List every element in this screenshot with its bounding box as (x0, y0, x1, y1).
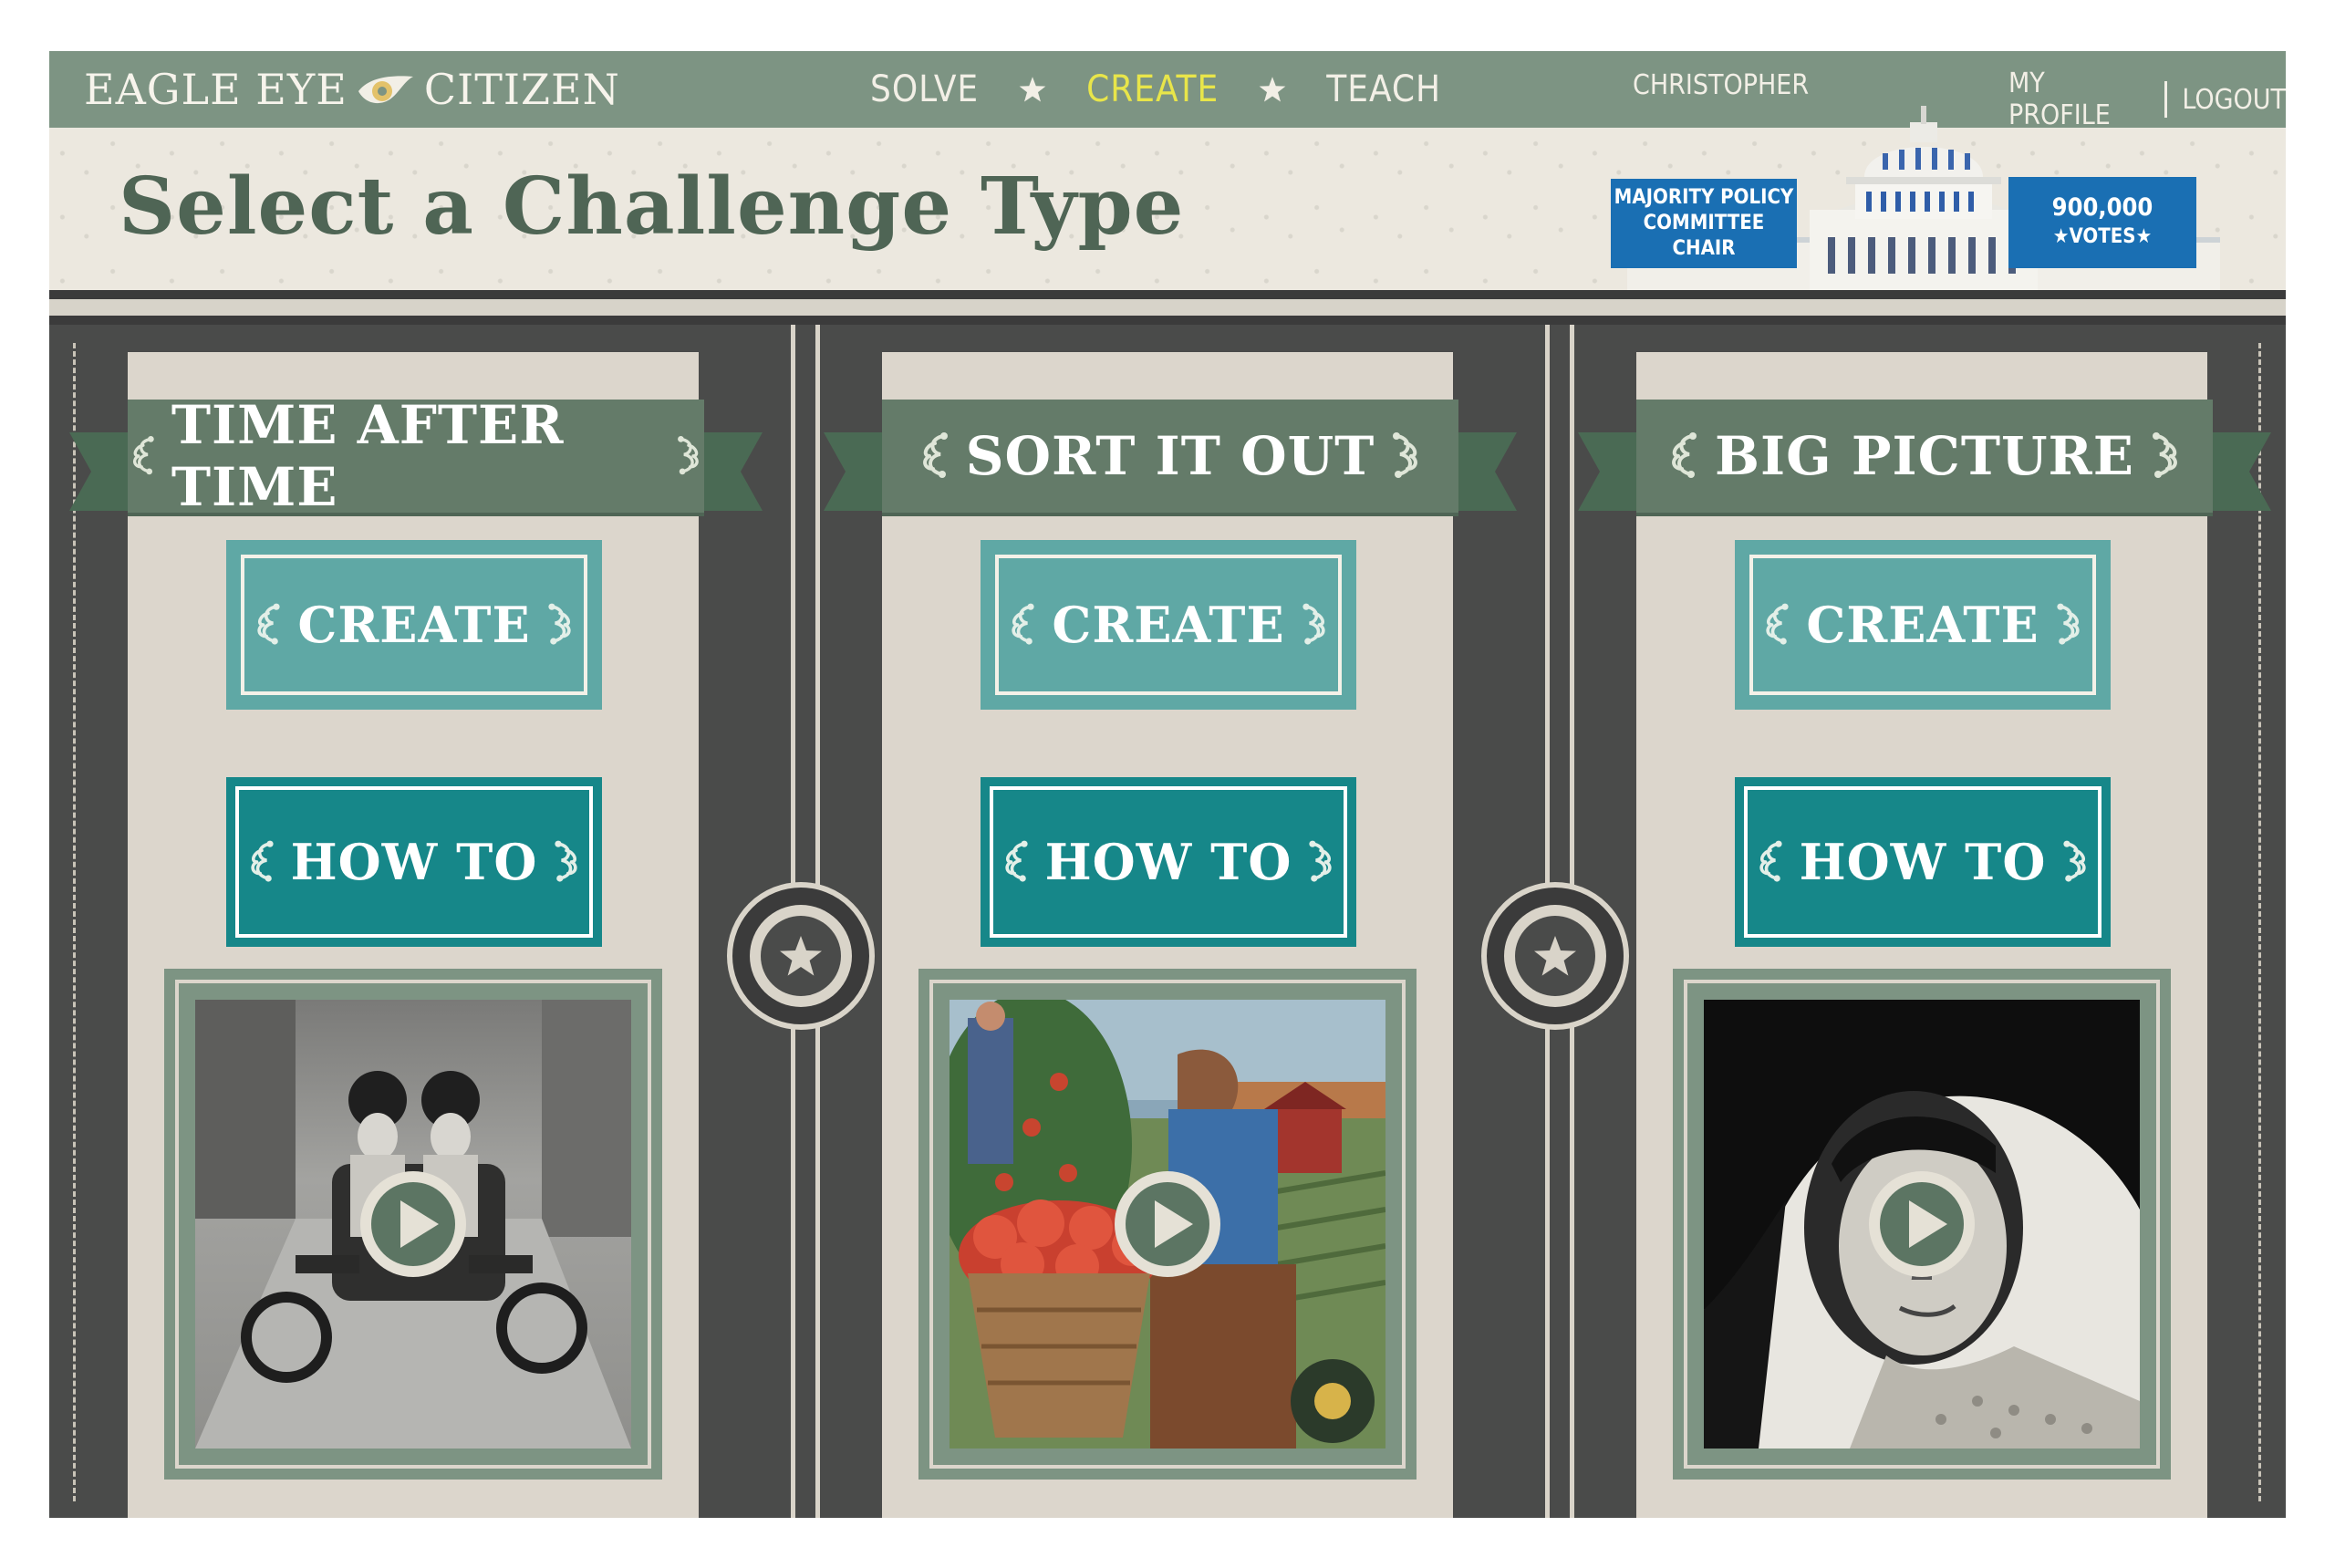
tutorial-video[interactable] (164, 969, 662, 1480)
header-divider (49, 299, 2286, 316)
eye-logo-icon (358, 76, 413, 104)
flourish-icon (2059, 836, 2091, 888)
star-divider-ornament-icon (727, 882, 875, 1030)
flourish-icon (1754, 836, 1787, 888)
nav-link-solve[interactable]: SOLVE (870, 68, 979, 110)
challenge-title: TIME AFTER TIME (171, 394, 565, 518)
create-button-label: CREATE (297, 596, 531, 654)
flourish-icon (252, 599, 285, 650)
flourish-icon (1304, 836, 1337, 888)
create-button[interactable]: CREATE (1735, 540, 2111, 710)
create-button-label: CREATE (1806, 596, 2039, 654)
how-to-button-label: HOW TO (1799, 833, 2047, 891)
flourish-icon (1387, 429, 1424, 483)
flourish-icon (550, 836, 583, 888)
play-icon[interactable] (357, 1168, 470, 1281)
nav-link-create[interactable]: CREATE (1086, 68, 1219, 110)
votes-value: 900,000 (2051, 193, 2153, 222)
header-divider (49, 316, 2286, 325)
user-name: CHRISTOPHER (1633, 69, 1810, 101)
create-button-label: CREATE (1052, 596, 1285, 654)
challenge-banner: SORT IT OUT (824, 400, 1517, 513)
flourish-icon (128, 429, 159, 483)
logo-text-left: EAGLE EYE (84, 65, 348, 114)
flourish-icon (544, 599, 576, 650)
how-to-button[interactable]: HOW TO (1735, 777, 2111, 947)
rank-line-2: COMMITTEE CHAIR (1643, 212, 1765, 260)
logo-text-right: CITIZEN (423, 65, 620, 114)
votes-badge: 900,000 ★VOTES★ (2008, 177, 2196, 268)
star-icon (1019, 76, 1046, 103)
flourish-icon (2052, 599, 2085, 650)
dashed-border (73, 343, 76, 1501)
flourish-icon (1000, 836, 1033, 888)
tutorial-video[interactable] (1673, 969, 2171, 1480)
flourish-icon (1298, 599, 1331, 650)
how-to-button-label: HOW TO (290, 833, 538, 891)
how-to-button[interactable]: HOW TO (981, 777, 1356, 947)
rank-line-1: MAJORITY POLICY (1614, 186, 1794, 209)
flourish-icon (917, 429, 953, 483)
challenge-title: SORT IT OUT (965, 425, 1375, 487)
tutorial-video[interactable] (918, 969, 1417, 1480)
star-divider-ornament-icon (1481, 882, 1629, 1030)
flourish-icon (1760, 599, 1793, 650)
votes-label: VOTES (2069, 225, 2136, 248)
app-window: EAGLE EYE CITIZEN SOLVE CREATE TEACH CHR… (49, 51, 2286, 1518)
create-button[interactable]: CREATE (981, 540, 1356, 710)
flourish-icon (1006, 599, 1039, 650)
rank-badge: MAJORITY POLICY COMMITTEE CHAIR (1611, 179, 1797, 268)
play-icon[interactable] (1111, 1168, 1224, 1281)
flourish-icon (2147, 429, 2184, 483)
how-to-button[interactable]: HOW TO (226, 777, 602, 947)
star-icon (1259, 76, 1286, 103)
play-icon[interactable] (1865, 1168, 1978, 1281)
how-to-button-label: HOW TO (1044, 833, 1292, 891)
challenge-banner: TIME AFTER TIME (69, 394, 763, 518)
votes-label-row: ★VOTES★ (2052, 225, 2153, 248)
dashed-border (2258, 343, 2261, 1501)
challenge-banner: BIG PICTURE (1578, 400, 2271, 513)
flourish-icon (673, 429, 704, 483)
page-header: Select a Challenge Type (49, 106, 2286, 290)
challenge-title: BIG PICTURE (1715, 425, 2134, 487)
flourish-icon (1666, 429, 1702, 483)
logo[interactable]: EAGLE EYE CITIZEN (84, 64, 620, 115)
flourish-icon (245, 836, 278, 888)
page-title: Select a Challenge Type (119, 161, 1185, 253)
nav-link-teach[interactable]: TEACH (1326, 68, 1441, 110)
main-nav: SOLVE CREATE TEACH (870, 51, 1441, 128)
header-divider (49, 290, 2286, 299)
create-button[interactable]: CREATE (226, 540, 602, 710)
